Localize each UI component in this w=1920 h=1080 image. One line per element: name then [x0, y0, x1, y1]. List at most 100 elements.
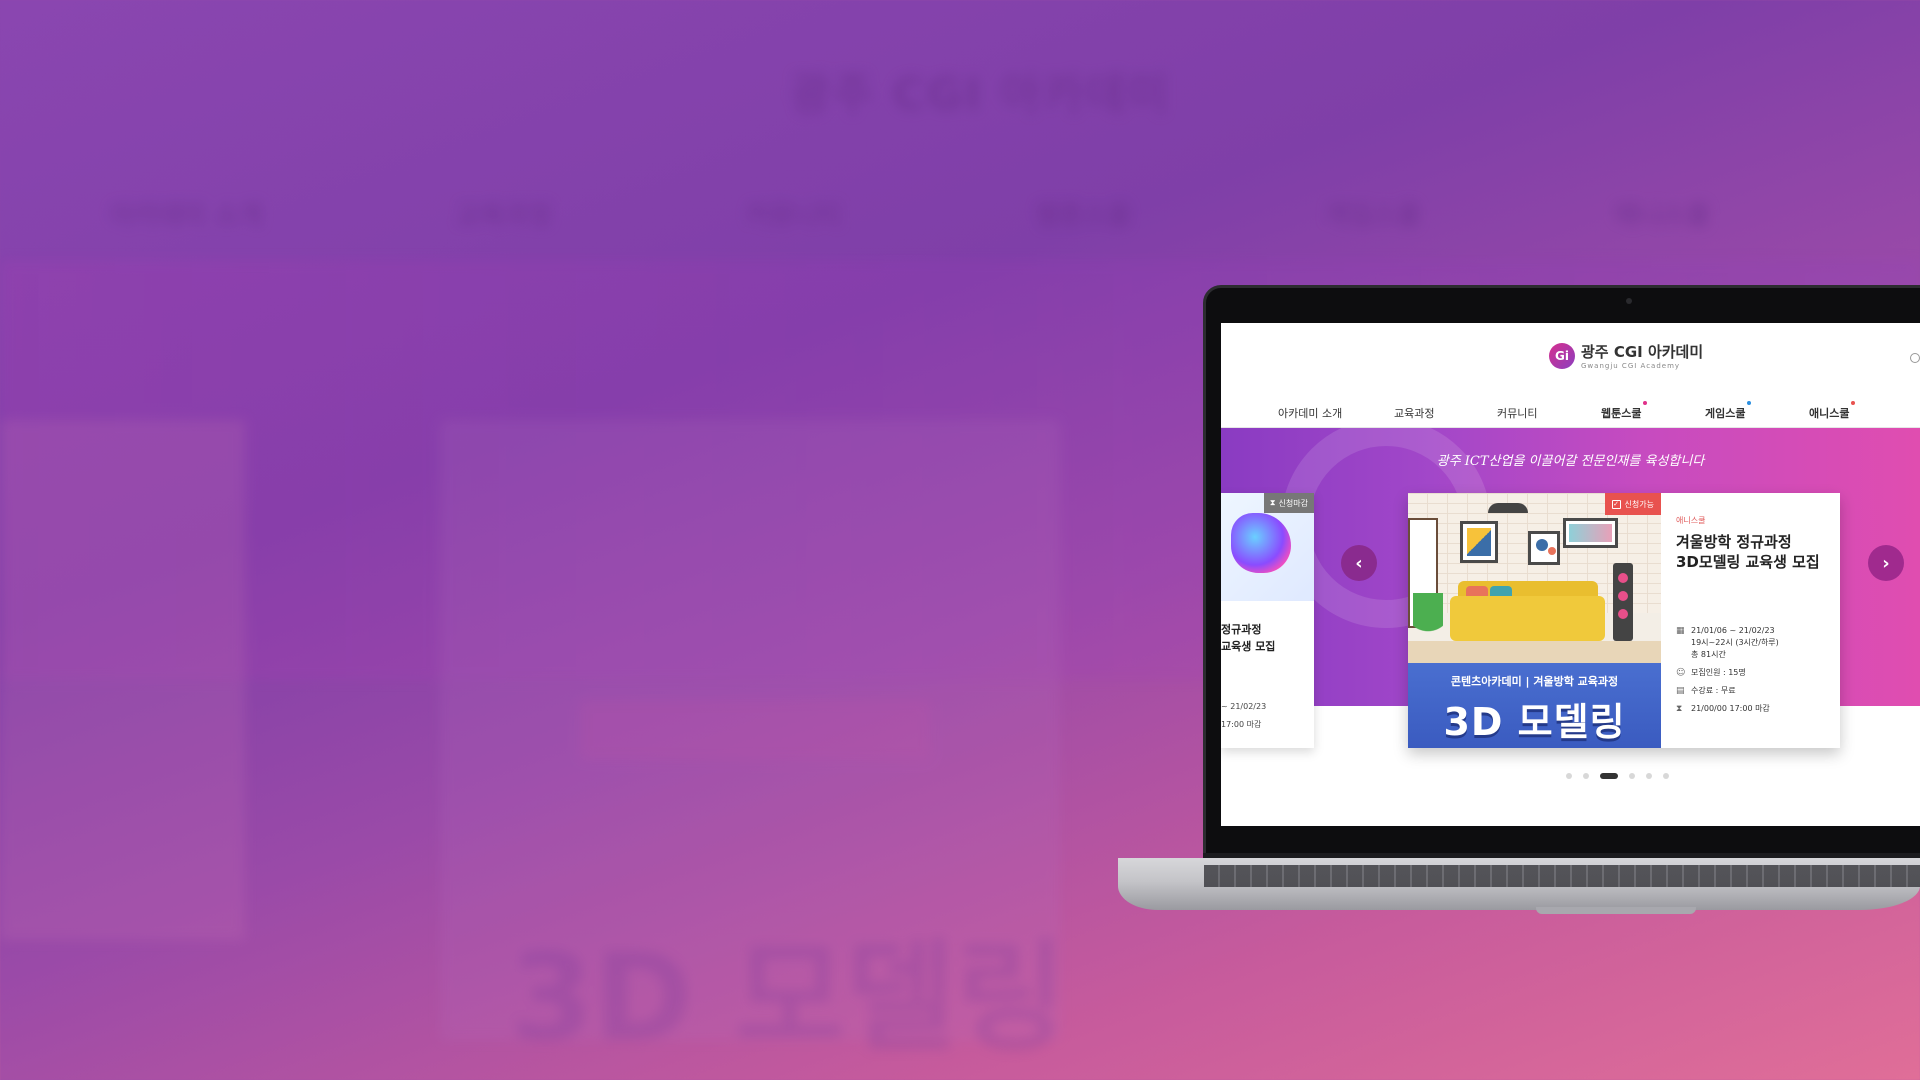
hourglass-icon: ⧗	[1676, 704, 1683, 714]
detail-line: 수강료 : 무료	[1691, 686, 1736, 695]
carousel-next-button[interactable]: ›	[1868, 545, 1904, 581]
badge-label: 신청마감	[1278, 498, 1308, 508]
detail-text: 21/01/06 ~ 21/02/23 19시~22시 (3시간/하루) 총 8…	[1691, 625, 1779, 661]
background-nav-item: 웹툰스쿨	[1035, 201, 1132, 231]
background-banner-strip	[580, 700, 930, 760]
card-info: 애니스쿨 겨울방학 정규과정 3D모델링 교육생 모집	[1676, 515, 1831, 572]
badge-label: 신청가능	[1624, 499, 1654, 509]
background-nav-item: 애니스쿨	[1614, 201, 1710, 231]
chevron-left-icon: ‹	[1355, 552, 1363, 574]
lamp-illustration	[1488, 503, 1528, 513]
background-nav-item: 커뮤니티	[745, 201, 842, 231]
detail-fee: ▤ 수강료 : 무료	[1676, 685, 1836, 697]
nav-item-webtoon-school[interactable]: 웹툰스쿨	[1601, 401, 1648, 421]
card-banner: 콘텐츠아카데미 | 겨울방학 교육과정 3D 모델링	[1408, 663, 1661, 748]
chevron-right-icon: ›	[1882, 552, 1890, 574]
new-dot-icon	[1851, 401, 1856, 405]
nav-item-label: 커뮤니티	[1497, 407, 1538, 420]
plant-illustration	[1413, 593, 1443, 643]
background-nav-item: 교육과정	[456, 201, 553, 231]
card-image: ⧗ 신청마감	[1221, 493, 1314, 601]
background-nav: 아카데미 소개 교육과정 커뮤니티 웹툰스쿨 게임스쿨 애니스쿨	[110, 195, 1910, 232]
nav-item-game-school[interactable]: 게임스쿨	[1705, 401, 1752, 421]
logo-subtitle: Gwangju CGI Academy	[1581, 362, 1681, 370]
logo-title: 광주 CGI 아카데미	[1581, 343, 1704, 361]
background-logo: 광주 CGI 아카데미	[790, 69, 1171, 120]
cgi-logo-icon: Gi	[1549, 342, 1575, 369]
laptop-screen: Gi 광주 CGI 아카데미 Gwangju CGI Academy 아카데미 …	[1221, 323, 1920, 826]
detail-line: 21/00/00 17:00 마감	[1691, 704, 1770, 713]
nav-item-anime-school[interactable]: 애니스쿨	[1809, 401, 1856, 421]
card-title: 겨울방학 정규과정 3D모델링 교육생 모집	[1676, 532, 1831, 572]
new-dot-icon	[1643, 401, 1648, 405]
pagination-dot-3[interactable]	[1600, 773, 1618, 779]
course-card-previous[interactable]: ⧗ 신청마감 정규과정 교육생 모집 ~ 21/02/23 17:00 마감	[1221, 493, 1314, 748]
picture-frame	[1460, 521, 1498, 563]
check-icon: ✓	[1611, 499, 1621, 509]
card-title: 정규과정 교육생 모집	[1221, 621, 1275, 655]
card-category: 애니스쿨	[1676, 516, 1706, 525]
site-nav: 아카데미 소개 교육과정 커뮤니티 웹툰스쿨 게임스쿨 애니스쿨	[1221, 401, 1920, 428]
detail-line: 총 81시간	[1691, 650, 1726, 659]
course-card-active[interactable]: ✓ 신청가능 콘텐츠아카데미 | 겨울방학 교육과정 3D 모델링 애니스쿨 겨…	[1408, 493, 1840, 748]
nav-item-label: 교육과정	[1394, 407, 1435, 420]
hourglass-icon: ⧗	[1269, 498, 1276, 507]
picture-frame	[1563, 518, 1618, 548]
background-card-main	[440, 420, 1060, 1040]
card-meta-line: 17:00 마감	[1221, 720, 1262, 729]
status-badge-closed: ⧗ 신청마감	[1263, 493, 1314, 513]
nav-item-academy-intro[interactable]: 아카데미 소개	[1278, 405, 1342, 421]
site-logo[interactable]: Gi 광주 CGI 아카데미 Gwangju CGI Academy	[1549, 341, 1703, 370]
banner-subtitle: 콘텐츠아카데미 | 겨울방학 교육과정	[1450, 675, 1619, 688]
nav-item-label: 아카데미 소개	[1278, 407, 1343, 420]
logo-text: 광주 CGI 아카데미 Gwangju CGI Academy	[1581, 341, 1703, 370]
user-icon[interactable]	[1910, 353, 1920, 363]
pagination-dot-6[interactable]	[1663, 773, 1669, 779]
detail-line: 19시~22시 (3시간/하루)	[1691, 638, 1779, 647]
pagination-dot-2[interactable]	[1583, 773, 1589, 779]
runner-illustration	[1231, 513, 1291, 573]
pagination-dot-5[interactable]	[1646, 773, 1652, 779]
detail-schedule: ▦ 21/01/06 ~ 21/02/23 19시~22시 (3시간/하루) 총…	[1676, 625, 1836, 661]
banner-title: 3D 모델링	[1443, 700, 1626, 744]
background-nav-item: 아카데미 소개	[110, 201, 263, 231]
card-title-line: 교육생 모집	[1221, 640, 1276, 653]
card-title-line: 겨울방학 정규과정	[1676, 533, 1792, 551]
nav-item-community[interactable]: 커뮤니티	[1497, 405, 1537, 421]
background-nav-item: 게임스쿨	[1324, 201, 1421, 231]
card-title-line: 3D모델링 교육생 모집	[1676, 553, 1820, 571]
detail-line: 21/01/06 ~ 21/02/23	[1691, 626, 1775, 635]
card-image: ✓ 신청가능	[1408, 493, 1661, 663]
nav-item-label: 웹툰스쿨	[1601, 407, 1642, 420]
card-meta-line: ~ 21/02/23	[1221, 702, 1267, 711]
nav-item-label: 게임스쿨	[1705, 407, 1746, 420]
webcam-icon	[1626, 298, 1632, 304]
carousel-prev-button[interactable]: ‹	[1341, 545, 1377, 581]
picture-frame	[1528, 531, 1560, 565]
carousel-pagination	[1566, 773, 1669, 779]
detail-capacity: ☺ 모집인원 : 15명	[1676, 667, 1836, 679]
pagination-dot-4[interactable]	[1629, 773, 1635, 779]
new-dot-icon	[1747, 401, 1752, 405]
fee-icon: ▤	[1676, 686, 1685, 696]
site-header: Gi 광주 CGI 아카데미 Gwangju CGI Academy 아카데미 …	[1221, 323, 1920, 428]
card-title-line: 정규과정	[1221, 623, 1262, 636]
background-big-text: 3D 모델링	[510, 929, 1067, 1068]
detail-deadline: ⧗ 21/00/00 17:00 마감	[1676, 703, 1836, 715]
nav-item-label: 애니스쿨	[1809, 407, 1850, 420]
detail-line: 모집인원 : 15명	[1691, 668, 1746, 677]
sofa-illustration	[1450, 596, 1605, 641]
hero-tagline: 광주 ICT산업을 이끌어갈 전문인재를 육성합니다	[1436, 454, 1705, 469]
keyboard-row	[1204, 865, 1920, 887]
laptop-notch	[1536, 907, 1696, 914]
status-badge-available: ✓ 신청가능	[1604, 493, 1661, 515]
card-meta: ~ 21/02/23 17:00 마감	[1221, 698, 1266, 734]
speaker-illustration	[1613, 563, 1633, 641]
nav-item-courses[interactable]: 교육과정	[1394, 405, 1434, 421]
floor	[1408, 641, 1661, 663]
background-card-left	[0, 420, 245, 940]
pagination-dot-1[interactable]	[1566, 773, 1572, 779]
card-details: ▦ 21/01/06 ~ 21/02/23 19시~22시 (3시간/하루) 총…	[1676, 625, 1836, 721]
person-icon: ☺	[1676, 668, 1686, 678]
calendar-icon: ▦	[1676, 626, 1685, 636]
